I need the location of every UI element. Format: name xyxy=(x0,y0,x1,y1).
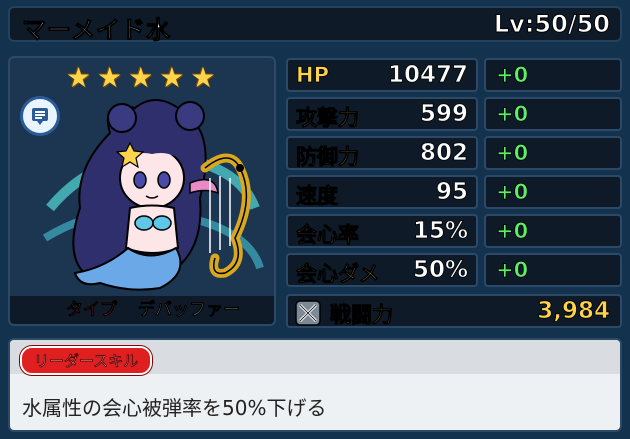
stat-bonus: +0 xyxy=(496,63,529,88)
battle-power-label: 戦闘力 xyxy=(330,303,394,328)
stat-bonus: +0 xyxy=(496,141,529,166)
type-bar: タイプ デバッファー xyxy=(10,296,274,324)
stat-box: 防御力 802 xyxy=(286,136,478,170)
leader-skill-tag: リーダースキル xyxy=(20,346,153,375)
stat-label: 会心率 xyxy=(296,223,360,248)
stat-label: 速度 xyxy=(296,184,339,209)
battle-power-value: 3,984 xyxy=(537,298,611,325)
stat-value: 50% xyxy=(412,257,469,284)
stat-bonus-box: +0 xyxy=(484,58,622,92)
header-bar: マーメイド水 Lv:50/50 xyxy=(8,6,622,45)
crossed-swords-icon xyxy=(295,300,321,326)
stat-label: 防御力 xyxy=(296,145,360,170)
stat-value: 95 xyxy=(435,179,469,206)
stat-label: 攻撃力 xyxy=(296,106,360,131)
stat-box: HP 10477 xyxy=(286,58,478,92)
stat-bonus-box: +0 xyxy=(484,97,622,131)
character-portrait-panel[interactable]: ★ ★ ★ ★ ★ タイプ デバッファー xyxy=(8,56,276,326)
character-name: マーメイド水 xyxy=(21,16,172,45)
stat-box: 攻撃力 599 xyxy=(286,97,478,131)
stat-bonus: +0 xyxy=(496,102,529,127)
leader-skill-description: 水属性の会心被弾率を50%下げる xyxy=(22,396,327,420)
leader-skill-header: リーダースキル xyxy=(10,340,620,375)
stat-bonus: +0 xyxy=(496,258,529,283)
stat-value: 10477 xyxy=(387,62,469,89)
stat-box: 会心ダメ 50% xyxy=(286,253,478,287)
stat-box: 会心率 15% xyxy=(286,214,478,248)
stat-value: 599 xyxy=(419,101,469,128)
type-label: タイプ xyxy=(66,300,118,321)
stat-value: 802 xyxy=(419,140,469,167)
type-value: デバッファー xyxy=(138,300,241,321)
mermaid-character-art xyxy=(42,99,264,291)
character-detail-panel: マーメイド水 Lv:50/50 ★ ★ ★ ★ ★ タイプ デバッファー HP … xyxy=(0,0,630,439)
level-indicator: Lv:50/50 xyxy=(493,10,610,39)
stat-bonus-box: +0 xyxy=(484,175,622,209)
stat-box: 速度 95 xyxy=(286,175,478,209)
stat-bonus: +0 xyxy=(496,180,529,205)
leader-skill-panel: リーダースキル 水属性の会心被弾率を50%下げる xyxy=(8,338,622,432)
stat-bonus-box: +0 xyxy=(484,136,622,170)
battle-power-row: 戦闘力 3,984 xyxy=(286,294,622,328)
stat-label: 会心ダメ xyxy=(296,262,380,287)
memo-bubble-icon[interactable] xyxy=(20,96,60,136)
stat-bonus-box: +0 xyxy=(484,253,622,287)
stat-label: HP xyxy=(296,63,330,88)
stat-value: 15% xyxy=(412,218,469,245)
stat-bonus: +0 xyxy=(496,219,529,244)
stat-bonus-box: +0 xyxy=(484,214,622,248)
